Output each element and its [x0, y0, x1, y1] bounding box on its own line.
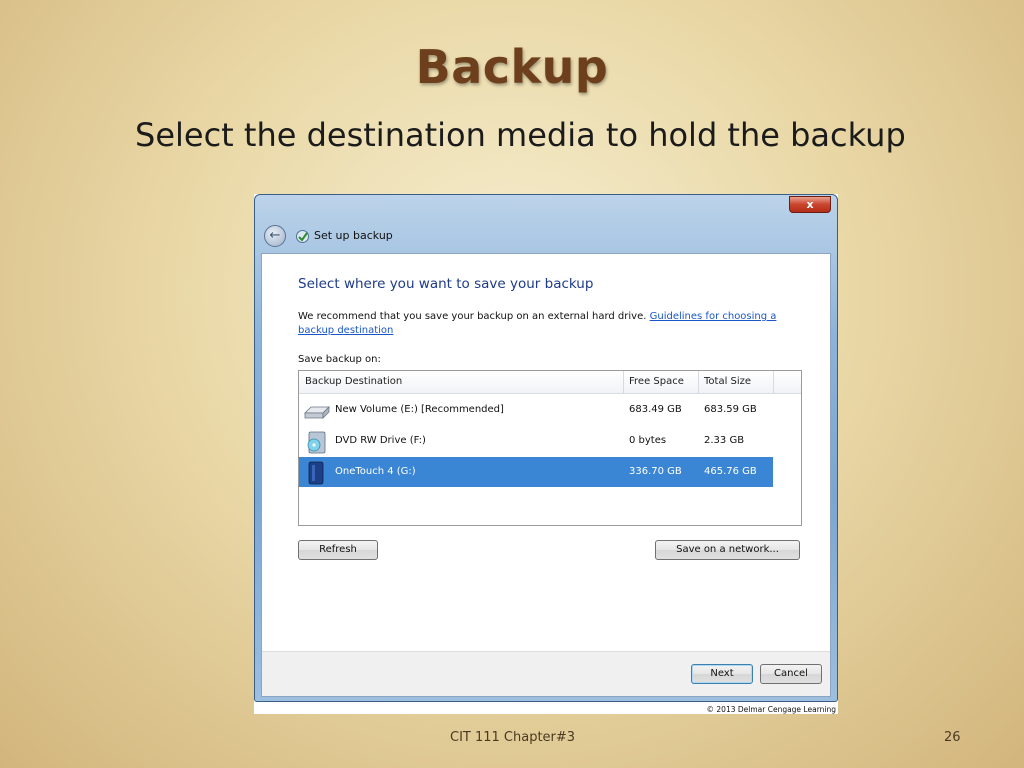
destination-name: New Volume (E:) [Recommended] [335, 404, 504, 415]
column-header-free-space[interactable]: Free Space [629, 376, 684, 387]
refresh-button[interactable]: Refresh [298, 540, 378, 560]
free-space: 336.70 GB [629, 466, 682, 477]
next-button[interactable]: Next [691, 664, 753, 684]
slide-title: Backup [415, 40, 609, 94]
column-divider [773, 371, 774, 393]
save-on-network-button[interactable]: Save on a network... [655, 540, 800, 560]
column-divider [698, 371, 699, 393]
destination-name: DVD RW Drive (F:) [335, 435, 426, 446]
column-divider [623, 371, 624, 393]
table-row[interactable]: New Volume (E:) [Recommended] 683.49 GB … [299, 395, 773, 425]
free-space: 683.49 GB [629, 404, 682, 415]
save-on-label: Save backup on: [298, 354, 381, 365]
dialog-heading: Select where you want to save your backu… [298, 276, 594, 292]
free-space: 0 bytes [629, 435, 667, 446]
external-drive-icon [308, 461, 324, 485]
table-header: Backup Destination Free Space Total Size [299, 371, 801, 394]
total-size: 465.76 GB [704, 466, 757, 477]
hard-drive-icon [304, 406, 330, 419]
slide-footer: CIT 111 Chapter#3 [450, 730, 576, 745]
column-header-destination[interactable]: Backup Destination [305, 376, 402, 387]
column-header-total-size[interactable]: Total Size [704, 376, 751, 387]
slide-subtitle: Select the destination media to hold the… [135, 116, 906, 154]
dialog-footer: Next Cancel [262, 651, 830, 696]
table-row[interactable]: DVD RW Drive (F:) 0 bytes 2.33 GB [299, 426, 773, 456]
destination-name: OneTouch 4 (G:) [335, 466, 416, 477]
table-row-selected[interactable]: OneTouch 4 (G:) 336.70 GB 465.76 GB [299, 457, 773, 487]
copyright-credit: © 2013 Delmar Cengage Learning [706, 705, 836, 714]
dvd-drive-icon [307, 431, 326, 454]
cancel-button[interactable]: Cancel [760, 664, 822, 684]
page-number: 26 [944, 730, 961, 745]
backup-window: x ← Set up backup Select where you want … [254, 194, 838, 702]
total-size: 683.59 GB [704, 404, 757, 415]
total-size: 2.33 GB [704, 435, 745, 446]
backup-icon [296, 230, 309, 243]
recommendation-text: We recommend that you save your backup o… [298, 310, 808, 338]
back-button[interactable]: ← [264, 225, 286, 247]
window-title: Set up backup [314, 229, 393, 242]
destination-table: Backup Destination Free Space Total Size… [298, 370, 802, 526]
recommend-text: We recommend that you save your backup o… [298, 311, 647, 322]
dialog-content: Select where you want to save your backu… [261, 253, 831, 697]
screenshot-image: x ← Set up backup Select where you want … [254, 194, 838, 714]
close-button[interactable]: x [789, 196, 831, 213]
